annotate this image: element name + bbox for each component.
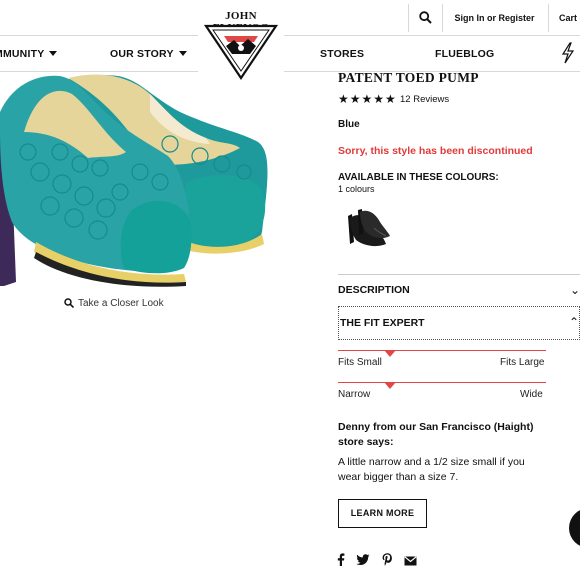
fit-length-marker (384, 350, 396, 357)
fit-width-marker (384, 382, 396, 389)
reviews-link[interactable]: 12 Reviews (400, 94, 449, 105)
nav-stores[interactable]: STORES (320, 36, 364, 72)
cart-link[interactable]: Cart ( (548, 4, 580, 32)
fit-small-label: Fits Small (338, 357, 382, 368)
description-accordion[interactable]: DESCRIPTION ⌄ (338, 274, 580, 304)
product-color: Blue (338, 119, 360, 130)
product-title: PATENT TOED PUMP (338, 70, 479, 85)
twitter-icon[interactable] (356, 553, 370, 571)
colour-swatch-black[interactable] (340, 204, 392, 250)
chevron-up-icon: ⌃ (568, 315, 579, 329)
brand-logo[interactable]: JOHN FLUEVOG (198, 8, 284, 80)
star-rating-icon[interactable]: ★★★★★ (338, 92, 397, 106)
fit-large-label: Fits Large (500, 357, 545, 368)
learn-more-button[interactable]: LEARN MORE (338, 499, 427, 528)
fit-expert-label: THE FIT EXPERT (340, 317, 425, 329)
fit-narrow-label: Narrow (338, 389, 371, 400)
available-colours-heading: AVAILABLE IN THESE COLOURS: (338, 172, 499, 183)
fit-advice: A little narrow and a 1/2 size small if … (338, 456, 525, 483)
pinterest-icon[interactable] (382, 553, 393, 571)
fit-wide-label: Wide (520, 389, 543, 400)
nav-our-story[interactable]: OUR STORY (110, 36, 187, 72)
closer-look-link[interactable]: Take a Closer Look (64, 298, 164, 309)
facebook-icon[interactable] (337, 553, 345, 571)
social-share (337, 553, 424, 569)
nav-flueblog[interactable]: FLUEBLOG (435, 36, 494, 72)
logo-emblem-icon (204, 24, 278, 80)
chevron-down-icon: ⌄ (569, 283, 580, 297)
fit-expert-name: Denny from our San Francisco (Haight) st… (338, 421, 534, 448)
search-button[interactable] (408, 4, 440, 32)
search-icon (64, 298, 75, 309)
lightning-bolt-icon[interactable] (560, 42, 576, 64)
colour-count: 1 colours (338, 184, 375, 194)
closer-look-label: Take a Closer Look (78, 298, 164, 309)
fit-width-scale (338, 382, 546, 383)
chat-widget-button[interactable] (569, 508, 580, 548)
fit-length-scale (338, 350, 546, 351)
discontinued-notice: Sorry, this style has been discontinued (338, 145, 533, 157)
main-nav: MMUNITY OUR STORY STORES FLUEBLOG (0, 36, 580, 72)
nav-community[interactable]: MMUNITY (0, 36, 58, 72)
top-bar: Sign In or Register Cart ( (0, 0, 580, 36)
chevron-down-icon (49, 51, 58, 56)
description-label: DESCRIPTION (338, 284, 410, 296)
email-icon[interactable] (404, 553, 417, 571)
fit-expert-accordion[interactable]: THE FIT EXPERT ⌃ (338, 306, 580, 340)
product-image[interactable] (0, 72, 278, 290)
search-icon (419, 11, 432, 24)
sign-in-link[interactable]: Sign In or Register (442, 4, 546, 32)
chevron-down-icon (178, 51, 187, 56)
